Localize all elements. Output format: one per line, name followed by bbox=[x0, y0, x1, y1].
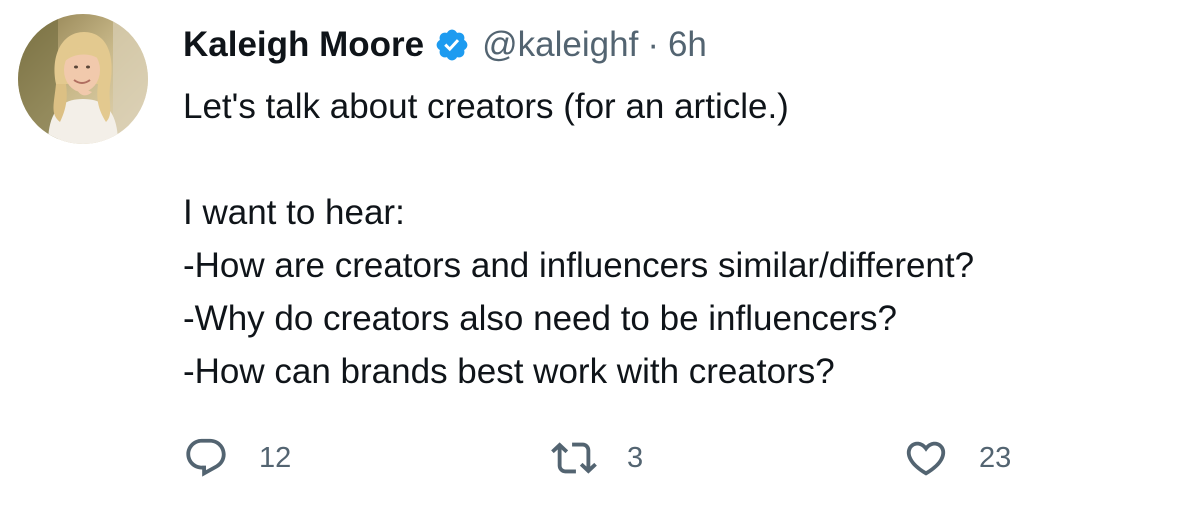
header-separator: · bbox=[647, 25, 659, 64]
tweet-text-line: Let's talk about creators (for an articl… bbox=[183, 87, 789, 126]
tweet-text-line: -How are creators and influencers simila… bbox=[183, 246, 975, 285]
author-handle[interactable]: @kaleighf bbox=[482, 25, 638, 65]
reply-icon bbox=[186, 438, 226, 477]
author-name[interactable]: Kaleigh Moore bbox=[183, 25, 424, 65]
like-count: 23 bbox=[979, 441, 1012, 474]
retweet-count: 3 bbox=[627, 441, 644, 474]
retweet-button[interactable]: 3 bbox=[551, 428, 643, 488]
tweet-text-line: -Why do creators also need to be influen… bbox=[183, 299, 897, 338]
tweet-header: Kaleigh Moore @kaleighf · 6h bbox=[183, 22, 707, 68]
reply-count: 12 bbox=[259, 441, 292, 474]
like-button[interactable]: 23 bbox=[903, 428, 1011, 488]
tweet-text: Let's talk about creators (for an articl… bbox=[183, 80, 1173, 398]
reply-button[interactable]: 12 bbox=[183, 428, 291, 488]
retweet-icon bbox=[551, 442, 597, 474]
tweet-actions: 12 3 23 bbox=[183, 428, 1083, 488]
verified-badge-icon bbox=[434, 27, 470, 63]
tweet-text-line: -How can brands best work with creators? bbox=[183, 352, 835, 391]
heart-icon bbox=[906, 441, 946, 476]
tweet-text-line: I want to hear: bbox=[183, 193, 405, 232]
avatar[interactable] bbox=[18, 14, 148, 144]
tweet-timestamp[interactable]: 6h bbox=[668, 25, 707, 65]
tweet-text-line bbox=[183, 133, 1173, 186]
profile-photo-icon bbox=[18, 14, 148, 144]
tweet[interactable]: Kaleigh Moore @kaleighf · 6h Let's talk … bbox=[0, 0, 1200, 512]
